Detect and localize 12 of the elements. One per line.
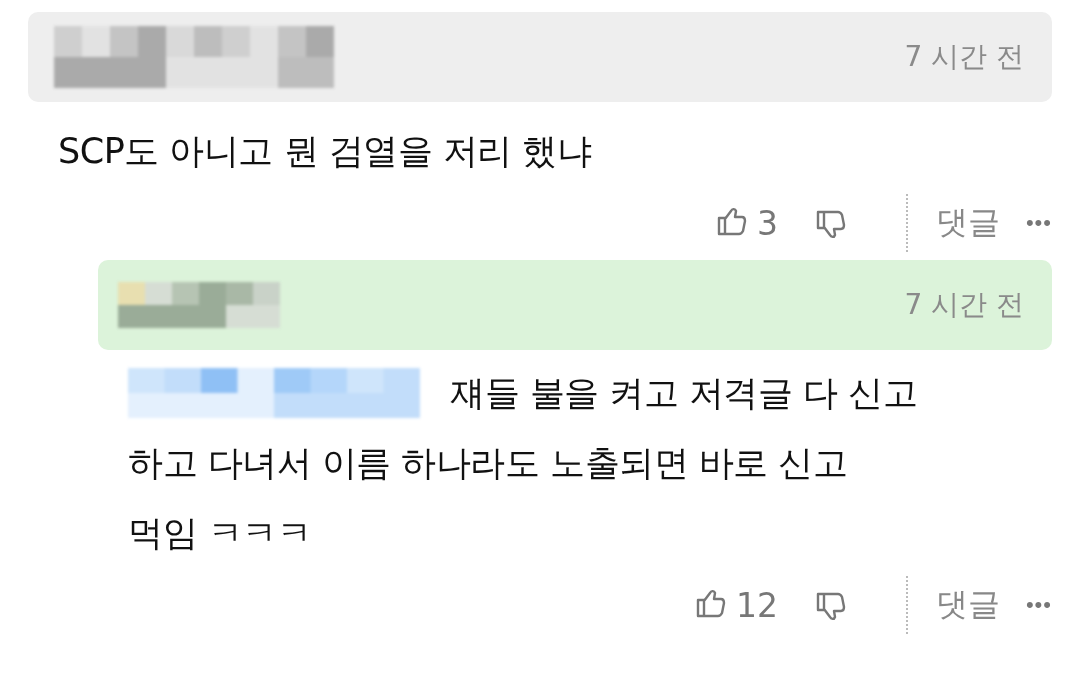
comment-text: 먹임 ㅋㅋㅋ — [128, 512, 312, 555]
like-count: 3 — [756, 203, 778, 243]
comment-text: SCP도 아니고 뭔 검열을 저리 했냐 — [58, 130, 592, 173]
comment-text: 쟤들 불을 켜고 저격글 다 신고 — [450, 372, 918, 415]
like-count: 12 — [735, 585, 778, 625]
more-button[interactable]: ••• — [1025, 592, 1052, 618]
more-button[interactable]: ••• — [1025, 210, 1052, 236]
reply-button[interactable]: 댓글 — [935, 201, 1000, 245]
comment-text: 하고 다녀서 이름 하나라도 노출되면 바로 신고 — [128, 442, 848, 485]
comment-time: 7 시간 전 — [904, 39, 1024, 75]
comment-time: 7 시간 전 — [904, 287, 1024, 323]
reply-button[interactable]: 댓글 — [935, 583, 1000, 627]
